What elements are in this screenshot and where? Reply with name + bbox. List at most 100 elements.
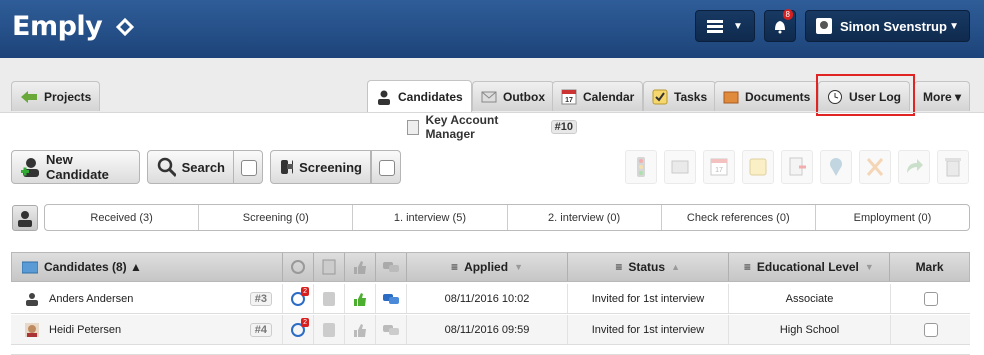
notes-icon bbox=[322, 259, 336, 275]
sort-icon: ▲ bbox=[671, 262, 680, 272]
notification-badge: 8 bbox=[782, 9, 793, 20]
stage-check-references[interactable]: Check references (0) bbox=[662, 205, 816, 230]
notes-cell[interactable] bbox=[314, 284, 345, 313]
column-applied[interactable]: ≡ Applied ▼ bbox=[407, 253, 568, 281]
logo-mark-icon bbox=[116, 17, 135, 37]
tab-documents[interactable]: Documents bbox=[714, 81, 820, 111]
user-log-highlight bbox=[816, 74, 915, 116]
applied-date: 08/11/2016 10:02 bbox=[407, 284, 568, 313]
task-icon[interactable] bbox=[742, 150, 774, 184]
tab-more[interactable]: More ▾ bbox=[914, 81, 971, 111]
folder-open-icon bbox=[22, 261, 38, 273]
column-refresh[interactable] bbox=[283, 253, 315, 281]
app-header: Emply ▼ 8 Simon Svenstrup ▼ bbox=[0, 0, 984, 58]
comments-cell[interactable] bbox=[376, 315, 407, 344]
drag-handle-icon: ≡ bbox=[451, 260, 459, 274]
calendar-icon: 17 bbox=[561, 89, 577, 104]
column-comments[interactable] bbox=[376, 253, 408, 281]
tab-label: Outbox bbox=[503, 89, 545, 104]
stage-screening[interactable]: Screening (0) bbox=[199, 205, 354, 230]
column-rating[interactable] bbox=[345, 253, 377, 281]
search-button[interactable]: Search bbox=[147, 150, 234, 184]
notifications-button[interactable]: 8 bbox=[764, 9, 796, 42]
candidate-cell: Anders Andersen #3 bbox=[11, 284, 283, 313]
tab-tasks[interactable]: Tasks bbox=[643, 81, 717, 111]
stage-received[interactable]: Received (3) bbox=[45, 205, 200, 230]
column-label: Status bbox=[628, 260, 666, 274]
schedule-icon[interactable]: 17 bbox=[703, 150, 735, 184]
column-mark[interactable]: Mark bbox=[890, 253, 969, 281]
refresh-cell[interactable]: 2 bbox=[283, 315, 314, 344]
move-icon[interactable] bbox=[781, 150, 813, 184]
column-candidates[interactable]: Candidates (8) ▲ bbox=[12, 253, 284, 281]
refresh-icon: 2 bbox=[291, 286, 309, 306]
comments-icon bbox=[383, 262, 400, 272]
user-menu-button[interactable]: Simon Svenstrup ▼ bbox=[805, 10, 970, 42]
tab-projects[interactable]: Projects bbox=[11, 81, 101, 111]
search-toggle-checkbox[interactable] bbox=[233, 150, 263, 184]
column-notes[interactable] bbox=[314, 253, 346, 281]
notes-icon bbox=[323, 322, 335, 337]
user-avatar bbox=[816, 18, 832, 34]
rating-cell[interactable] bbox=[345, 315, 376, 344]
column-label: Applied bbox=[464, 260, 509, 274]
button-label: New Candidate bbox=[46, 152, 109, 182]
refresh-cell[interactable]: 2 bbox=[283, 284, 314, 313]
tab-calendar[interactable]: 17 Calendar bbox=[552, 81, 644, 111]
mark-cell bbox=[891, 284, 970, 313]
tab-label: Tasks bbox=[674, 89, 708, 104]
screening-toggle-checkbox[interactable] bbox=[371, 150, 401, 184]
candidate-name[interactable]: Heidi Petersen bbox=[49, 324, 121, 336]
thumbs-up-icon bbox=[354, 261, 367, 274]
location-pin-icon[interactable] bbox=[820, 150, 852, 184]
stage-interview-2[interactable]: 2. interview (0) bbox=[508, 205, 662, 230]
rating-cell[interactable] bbox=[345, 284, 376, 313]
tab-candidates[interactable]: Candidates bbox=[367, 80, 472, 112]
emply-logo[interactable]: Emply bbox=[12, 11, 135, 42]
project-name: Key Account Manager bbox=[425, 113, 499, 141]
column-status[interactable]: ≡ Status ▲ bbox=[568, 253, 729, 281]
candidate-name[interactable]: Anders Andersen bbox=[49, 293, 133, 305]
send-email-icon[interactable] bbox=[664, 150, 696, 184]
tab-label: Projects bbox=[44, 89, 92, 104]
refresh-icon bbox=[291, 260, 306, 274]
notes-cell[interactable] bbox=[314, 315, 345, 344]
project-title: Key Account Manager #10 bbox=[407, 113, 577, 141]
trash-icon[interactable] bbox=[937, 150, 969, 184]
reject-icon[interactable] bbox=[859, 150, 891, 184]
mark-checkbox[interactable] bbox=[923, 322, 938, 337]
mark-checkbox[interactable] bbox=[923, 291, 938, 306]
bell-icon bbox=[775, 21, 785, 34]
screening-button[interactable]: Screening bbox=[270, 150, 371, 184]
pipeline-user-icon[interactable] bbox=[12, 205, 38, 231]
project-number: #10 bbox=[550, 120, 577, 134]
logo-text: Emply bbox=[12, 11, 103, 42]
education-level: Associate bbox=[729, 284, 891, 313]
folder-icon bbox=[723, 91, 739, 103]
refresh-badge: 2 bbox=[301, 317, 309, 327]
stage-interview-1[interactable]: 1. interview (5) bbox=[353, 205, 508, 230]
stage-employment[interactable]: Employment (0) bbox=[816, 205, 969, 230]
comments-icon bbox=[383, 324, 399, 335]
person-icon bbox=[26, 292, 38, 306]
table-row[interactable]: Heidi Petersen #4 2 08/11/2016 09:59 Inv… bbox=[11, 315, 970, 345]
refresh-icon: 2 bbox=[291, 317, 309, 337]
thumbs-up-icon bbox=[354, 292, 366, 306]
notes-icon bbox=[323, 291, 335, 306]
column-educational-level[interactable]: ≡ Educational Level ▼ bbox=[729, 253, 891, 281]
user-name: Simon Svenstrup bbox=[840, 18, 947, 34]
table-row[interactable] bbox=[11, 346, 970, 355]
table-row[interactable]: Anders Andersen #3 2 08/11/2016 10:02 In… bbox=[11, 284, 970, 314]
button-label: Screening bbox=[299, 159, 362, 175]
pipeline-stages: Received (3) Screening (0) 1. interview … bbox=[44, 204, 970, 231]
traffic-light-icon[interactable] bbox=[625, 150, 657, 184]
comments-cell[interactable] bbox=[376, 284, 407, 313]
applied-date: 08/11/2016 09:59 bbox=[407, 315, 568, 344]
schedule-icon-day: 17 bbox=[715, 167, 723, 174]
new-candidate-button[interactable]: New Candidate bbox=[11, 150, 140, 184]
tab-outbox[interactable]: Outbox bbox=[472, 81, 554, 111]
drag-handle-icon: ≡ bbox=[743, 260, 751, 274]
column-label: Candidates (8) ▲ bbox=[44, 260, 142, 274]
main-menu-button[interactable]: ▼ bbox=[695, 10, 755, 42]
forward-icon[interactable] bbox=[898, 150, 930, 184]
